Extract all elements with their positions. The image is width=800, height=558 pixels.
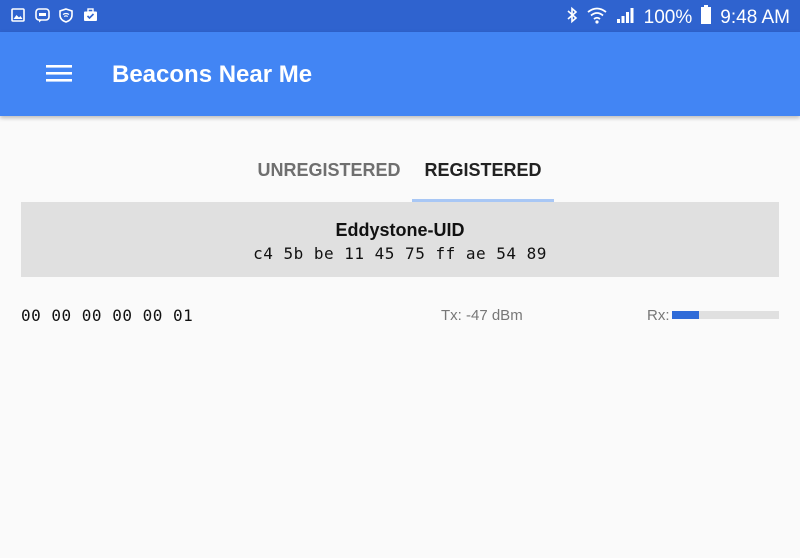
system-status: 100% 9:48 AM xyxy=(566,5,790,31)
hamburger-menu-icon xyxy=(46,64,72,87)
menu-button[interactable] xyxy=(34,52,84,98)
battery-percent: 100% xyxy=(643,7,693,28)
beacon-namespace: c4 5b be 11 45 75 ff ae 54 89 xyxy=(253,244,547,263)
clock: 9:48 AM xyxy=(720,7,790,28)
wifi-icon xyxy=(586,6,608,30)
beacon-namespace-header: Eddystone-UID c4 5b be 11 45 75 ff ae 54… xyxy=(21,202,779,277)
app-bar: Beacons Near Me xyxy=(0,32,800,116)
notification-icons xyxy=(10,7,98,23)
beacon-instance-id: 00 00 00 00 00 01 xyxy=(21,306,194,325)
message-icon xyxy=(34,7,50,23)
rx-signal-bar xyxy=(672,311,779,319)
status-bar: 100% 9:48 AM xyxy=(0,0,800,32)
rx-label: Rx: xyxy=(647,307,670,324)
app-title: Beacons Near Me xyxy=(112,61,313,88)
tab-bar: UNREGISTERED REGISTERED xyxy=(0,146,800,202)
beacon-type: Eddystone-UID xyxy=(335,220,465,240)
rx-signal-fill xyxy=(672,311,699,319)
battery-icon xyxy=(700,5,712,31)
tx-power: Tx: -47 dBm xyxy=(441,307,523,324)
gallery-icon xyxy=(10,7,26,23)
briefcase-icon xyxy=(82,7,98,23)
vpn-shield-icon xyxy=(58,7,74,23)
beacon-row[interactable]: 00 00 00 00 00 01 Tx: -47 dBm Rx: xyxy=(21,300,779,332)
tab-registered[interactable]: REGISTERED xyxy=(412,146,554,202)
tab-unregistered[interactable]: UNREGISTERED xyxy=(246,146,412,202)
signal-icon xyxy=(616,6,636,30)
bluetooth-icon xyxy=(566,6,578,30)
